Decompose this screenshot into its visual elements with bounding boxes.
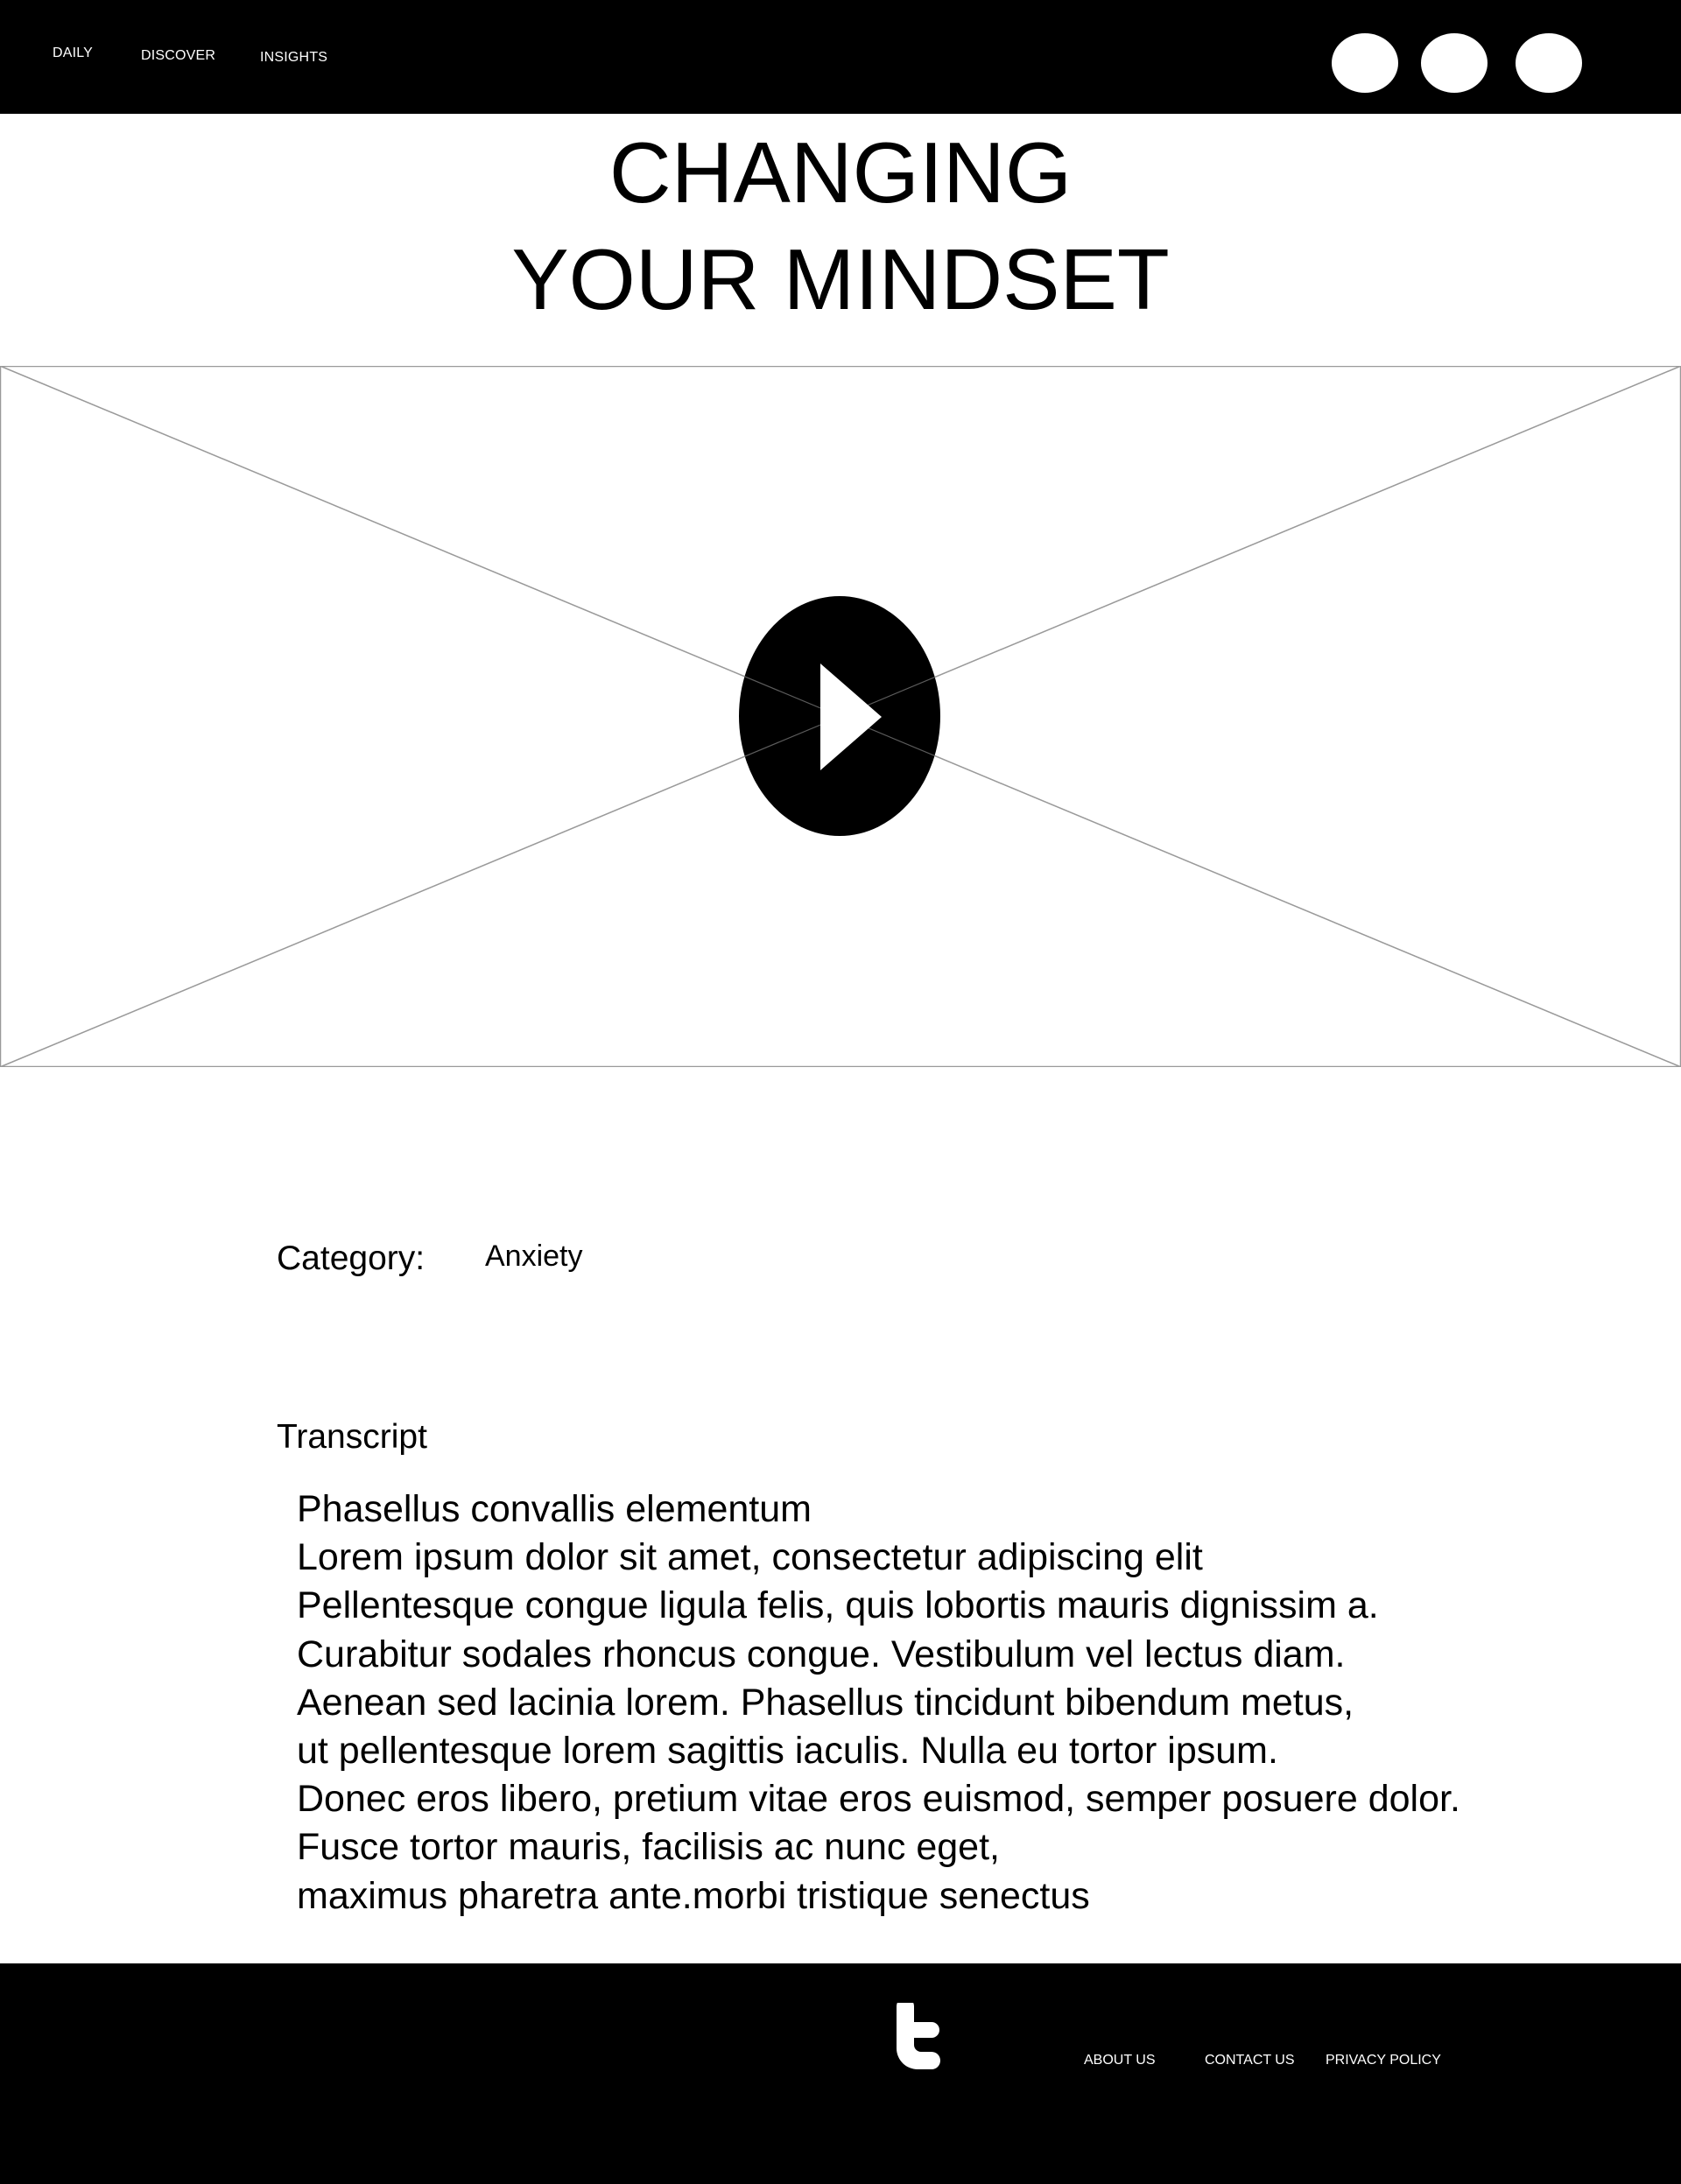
transcript-line: Curabitur sodales rhoncus congue. Vestib… xyxy=(297,1633,1346,1675)
top-navigation-bar: DAILY DISCOVER INSIGHTS xyxy=(0,0,1681,114)
transcript-line: ut pellentesque lorem sagittis iaculis. … xyxy=(297,1730,1278,1773)
nav-link-discover[interactable]: DISCOVER xyxy=(141,48,215,64)
page: DAILY DISCOVER INSIGHTS CHANGING YOUR MI… xyxy=(0,0,1681,2184)
transcript-heading: Transcript xyxy=(277,1418,427,1456)
transcript-line: Pellentesque congue ligula felis, quis l… xyxy=(297,1584,1379,1627)
category-label: Category: xyxy=(277,1239,426,1277)
nav-link-insights[interactable]: INSIGHTS xyxy=(260,50,327,66)
transcript-line: Phasellus convallis elementum xyxy=(297,1488,812,1530)
footer: ABOUT US CONTACT US PRIVACY POLICY xyxy=(0,1963,1681,2184)
footer-link-contact-us[interactable]: CONTACT US xyxy=(1205,2053,1295,2068)
video-player[interactable] xyxy=(0,366,1681,1067)
transcript-body: Phasellus convallis elementum Lorem ipsu… xyxy=(297,1485,1628,1921)
image-placeholder-icon xyxy=(0,366,1681,1067)
transcript-line: Aenean sed lacinia lorem. Phasellus tinc… xyxy=(297,1681,1354,1724)
page-title-line-1: CHANGING xyxy=(608,124,1073,221)
footer-link-about-us[interactable]: ABOUT US xyxy=(1084,2053,1156,2068)
transcript-line: Fusce tortor mauris, facilisis ac nunc e… xyxy=(297,1826,1000,1869)
twitter-icon[interactable] xyxy=(891,2003,944,2073)
nav-link-daily[interactable]: DAILY xyxy=(53,46,93,61)
header-circle-icon-1[interactable] xyxy=(1332,33,1398,93)
category-value[interactable]: Anxiety xyxy=(485,1239,583,1274)
header-circle-icon-2[interactable] xyxy=(1421,33,1488,93)
page-title: CHANGING YOUR MINDSET xyxy=(0,119,1681,333)
header-circle-icon-3[interactable] xyxy=(1516,33,1582,93)
transcript-line: Lorem ipsum dolor sit amet, consectetur … xyxy=(297,1536,1203,1579)
transcript-line: maximus pharetra ante.morbi tristique se… xyxy=(297,1874,1090,1917)
page-title-line-2: YOUR MINDSET xyxy=(511,231,1170,327)
footer-link-privacy-policy[interactable]: PRIVACY POLICY xyxy=(1326,2053,1441,2068)
transcript-line: Donec eros libero, pretium vitae eros eu… xyxy=(297,1778,1460,1821)
